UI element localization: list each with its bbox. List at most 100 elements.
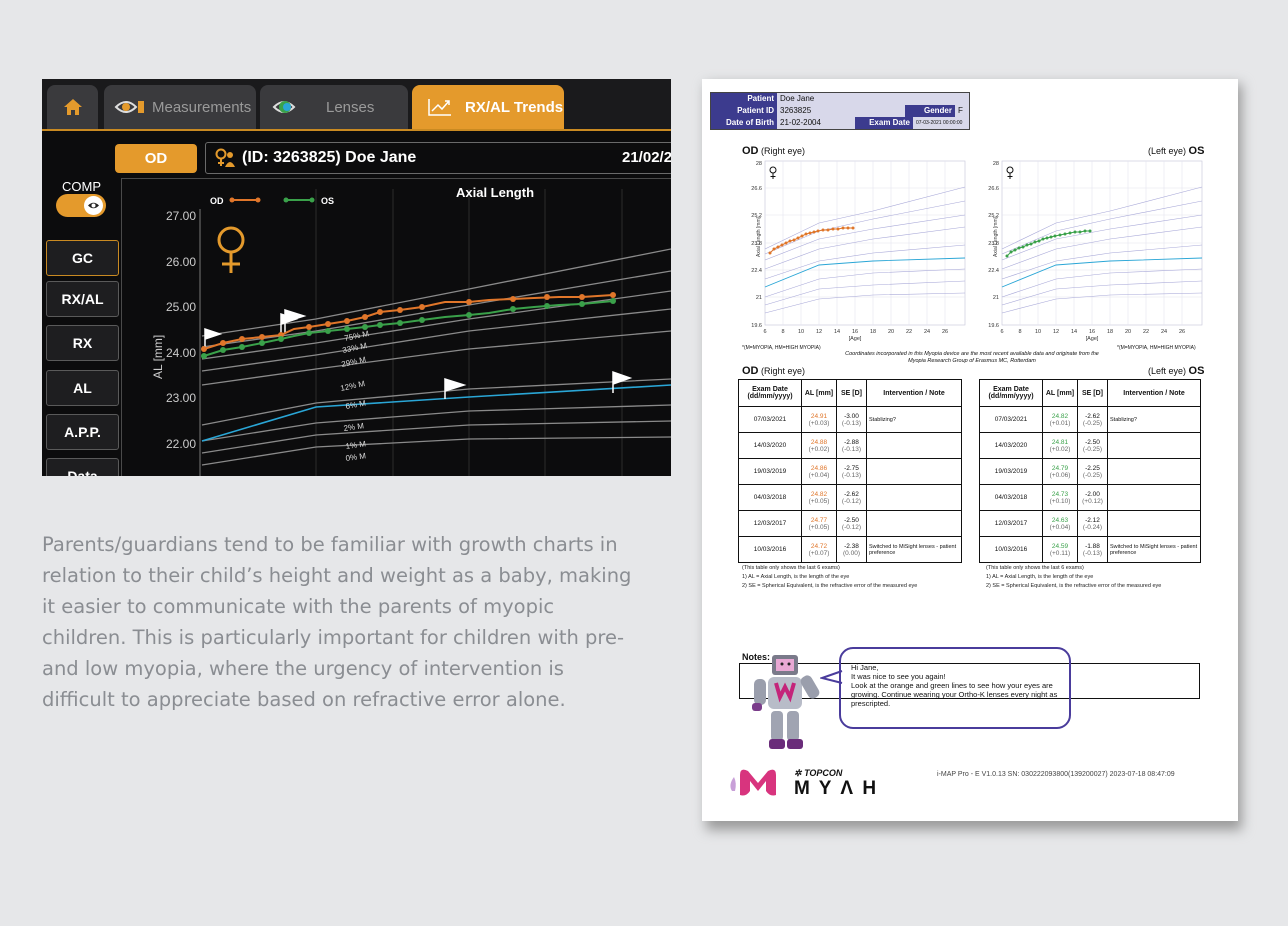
home-icon bbox=[63, 99, 82, 115]
os-report-point bbox=[1058, 233, 1062, 237]
od-report-point bbox=[816, 229, 820, 233]
tab-rx-al-trends[interactable]: RX/AL Trends bbox=[412, 85, 564, 129]
exam-date-value: 07-03-2021 00:00:00 bbox=[913, 117, 969, 129]
od-point bbox=[201, 346, 207, 352]
legend-os-line bbox=[283, 197, 315, 203]
table-row: 19/03/2019 24.86 (+0.04) -2.75 (-0.13) bbox=[738, 458, 962, 485]
od-percentile-curves bbox=[764, 186, 966, 314]
os-report-point bbox=[1021, 245, 1025, 249]
al-delta: (+0.11) bbox=[1049, 549, 1071, 557]
speech-bubble: Hi Jane, It was nice to see you again! L… bbox=[839, 647, 1071, 729]
se-cell: -2.62 (-0.25) bbox=[1077, 406, 1108, 433]
tab-measurements[interactable]: Measurements bbox=[104, 85, 256, 129]
table-row: 04/03/2018 24.73 (+0.10) -2.00 (+0.12) bbox=[979, 484, 1201, 511]
note-cell bbox=[1107, 432, 1201, 459]
od-point bbox=[610, 292, 616, 298]
od-ytick: 22.4 bbox=[751, 268, 762, 274]
exam-date-cell: 07/03/2021 bbox=[738, 406, 802, 433]
report-chart-od: 2826.625.223.822.42119.6 6 8 10 12 14 16 18 20 2… bbox=[751, 160, 966, 342]
tab-lenses[interactable]: Lenses bbox=[260, 85, 408, 129]
note-cell bbox=[1107, 484, 1201, 511]
od-eye-button[interactable]: OD bbox=[115, 144, 197, 173]
exam-date-cell: 14/03/2020 bbox=[738, 432, 802, 459]
os-report-point bbox=[1053, 234, 1057, 238]
female-icon bbox=[217, 226, 245, 273]
os-point bbox=[344, 326, 350, 332]
os-report-point bbox=[1013, 248, 1017, 252]
os-xtick: 10 bbox=[1035, 329, 1041, 335]
percentile-curves bbox=[201, 248, 671, 466]
os-ytick: 19.6 bbox=[988, 323, 999, 329]
table-row: 07/03/2021 24.82 (+0.01) -2.62 (-0.25) Stabli… bbox=[979, 406, 1201, 433]
se-delta: (-0.13) bbox=[841, 445, 862, 453]
od-xtick: 20 bbox=[888, 329, 894, 335]
legend-od-label: OD bbox=[210, 196, 224, 206]
side-button-al[interactable]: AL bbox=[46, 370, 119, 406]
note-cell bbox=[866, 510, 962, 537]
bubble-line-2: It was nice to see you again! bbox=[851, 672, 946, 681]
side-button-app[interactable]: A.P.P. bbox=[46, 414, 119, 450]
se-delta: (-0.24) bbox=[1082, 523, 1103, 531]
od-mean-curve bbox=[764, 257, 966, 288]
os-report-point bbox=[1045, 236, 1049, 240]
se-cell: -2.25 (-0.25) bbox=[1077, 458, 1108, 485]
od-point bbox=[510, 296, 516, 302]
se-cell: -2.50 (-0.25) bbox=[1077, 432, 1108, 459]
se-delta: (-0.13) bbox=[841, 471, 862, 479]
se-value: -2.12 bbox=[1085, 516, 1100, 524]
comp-toggle[interactable] bbox=[56, 194, 106, 217]
al-delta: (+0.07) bbox=[808, 549, 830, 557]
al-cell: 24.77 (+0.05) bbox=[801, 510, 837, 537]
os-point bbox=[362, 324, 368, 330]
od-ytick: 21 bbox=[756, 295, 762, 301]
exam-date-cell: 04/03/2018 bbox=[979, 484, 1043, 511]
al-cell: 24.88 (+0.02) bbox=[801, 432, 837, 459]
od-title: OD bbox=[742, 145, 759, 157]
topcon-logo-mark: ✲ bbox=[794, 768, 802, 778]
os-point bbox=[201, 353, 207, 359]
os-point bbox=[466, 312, 472, 318]
y-axis-label: AL [mm] bbox=[151, 335, 165, 379]
os-xtick: 26 bbox=[1179, 329, 1185, 335]
os-exam-table: Exam Date (dd/mm/yyyy) AL [mm] SE [D] In… bbox=[979, 379, 1201, 563]
os-report-point bbox=[1017, 246, 1021, 250]
os-point bbox=[397, 320, 403, 326]
exam-date-label: Exam Date bbox=[855, 117, 913, 129]
app-screenshot: Measurements Lenses RX/AL Trends OD (ID:… bbox=[42, 79, 671, 476]
se-delta: (-0.13) bbox=[841, 419, 862, 427]
od-ytick: 26.6 bbox=[751, 186, 762, 192]
tab-bar: Measurements Lenses RX/AL Trends bbox=[42, 79, 671, 131]
home-tab[interactable] bbox=[47, 85, 98, 129]
se-delta: (0.00) bbox=[843, 549, 860, 557]
os-point bbox=[579, 301, 585, 307]
side-button-data[interactable]: Data bbox=[46, 458, 119, 476]
od-point bbox=[579, 294, 585, 300]
al-value: 24.86 bbox=[810, 464, 828, 472]
table-row: 14/03/2020 24.88 (+0.02) -2.88 (-0.13) bbox=[738, 432, 962, 459]
al-cell: 24.79 (+0.06) bbox=[1042, 458, 1078, 485]
se-cell: -1.88 (-0.13) bbox=[1077, 536, 1108, 563]
exam-date-cell: 12/03/2017 bbox=[738, 510, 802, 537]
footnote-3: 2) SE = Spherical Equivalent, is the ref… bbox=[986, 583, 1162, 589]
table-od-title-eye: OD bbox=[742, 365, 759, 377]
os-report-point bbox=[1037, 239, 1041, 243]
os-ylabel: Axial Length [mm] bbox=[993, 216, 999, 257]
od-xtick: 12 bbox=[816, 329, 822, 335]
table-row: 04/03/2018 24.82 (+0.05) -2.62 (-0.12) bbox=[738, 484, 962, 511]
od-xlabel: [Age] bbox=[849, 336, 862, 342]
od-sub: (Right eye) bbox=[761, 146, 806, 156]
side-button-gc[interactable]: GC bbox=[46, 240, 119, 276]
od-report-point bbox=[800, 234, 804, 238]
os-point bbox=[377, 322, 383, 328]
se-delta: (-0.12) bbox=[841, 523, 862, 531]
od-report-point bbox=[831, 227, 835, 231]
patient-dob: 21/02/2004 bbox=[622, 149, 671, 166]
trend-icon bbox=[428, 99, 451, 116]
side-button-rx[interactable]: RX bbox=[46, 325, 119, 361]
gender-value: F bbox=[955, 105, 969, 117]
table-od-title-sub: (Right eye) bbox=[761, 366, 806, 376]
side-button-rx-al[interactable]: RX/AL bbox=[46, 281, 119, 317]
chart-footnote-os: *(M=MYOPIA, HM=HIGH MYOPIA) bbox=[1117, 345, 1196, 351]
od-point bbox=[419, 304, 425, 310]
y-tick-26: 26.00 bbox=[166, 255, 196, 269]
